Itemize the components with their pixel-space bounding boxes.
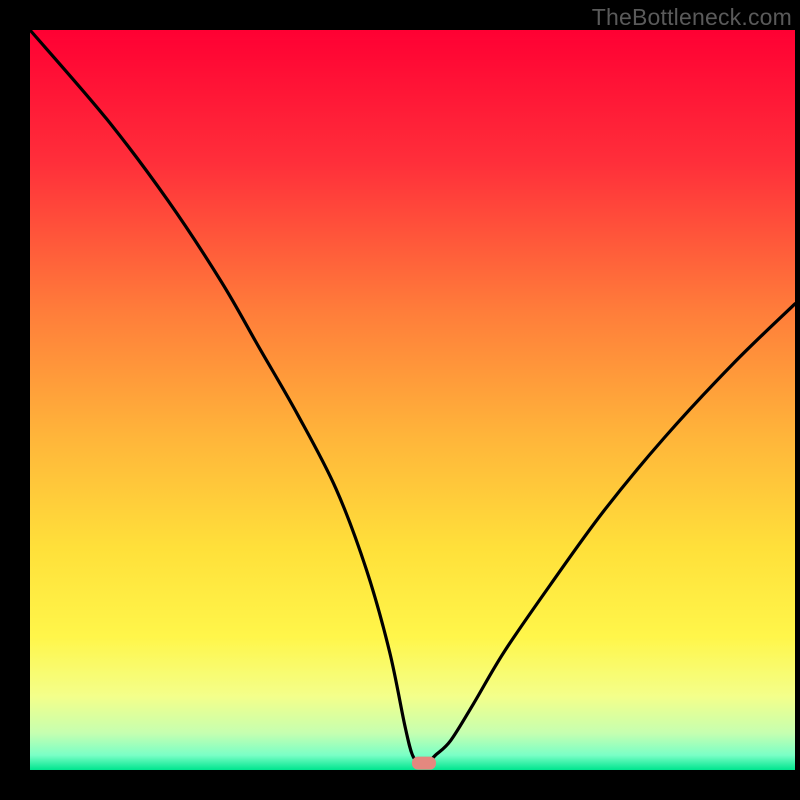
optimum-marker	[412, 757, 436, 770]
chart-container: TheBottleneck.com	[0, 0, 800, 800]
bottleneck-chart	[0, 0, 800, 800]
plot-background	[30, 30, 795, 770]
watermark-text: TheBottleneck.com	[592, 4, 792, 31]
